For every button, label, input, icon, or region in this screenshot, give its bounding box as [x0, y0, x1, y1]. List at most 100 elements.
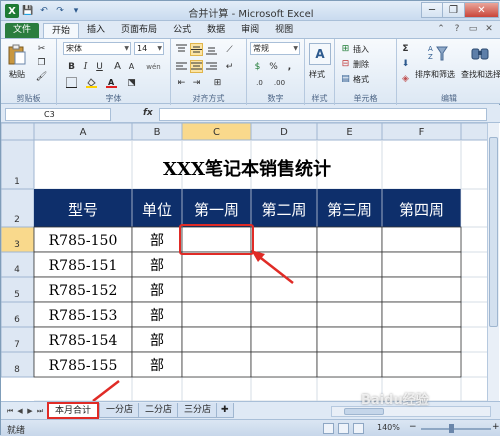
cell-C4[interactable] [181, 251, 252, 278]
cell-D5[interactable] [250, 276, 318, 303]
cell-C8[interactable] [181, 351, 252, 378]
close-button[interactable]: ✕ [465, 2, 499, 18]
vertical-scrollbar[interactable] [487, 123, 499, 401]
cell-E4[interactable] [316, 251, 383, 278]
bold-button[interactable]: B [65, 60, 78, 73]
last-sheet-icon[interactable]: ⏭ [35, 405, 45, 417]
grow-font-button[interactable]: A [111, 60, 124, 73]
fill-color-icon[interactable] [85, 76, 98, 89]
font-color-icon[interactable]: A [105, 76, 118, 89]
currency-button[interactable]: $ [251, 60, 264, 73]
tab-file[interactable]: 文件 [5, 23, 40, 38]
cell-E8[interactable] [316, 351, 383, 378]
insert-cells-icon[interactable]: ⊞ [339, 42, 352, 55]
align-left-icon[interactable] [175, 60, 188, 73]
horizontal-scroll-thumb[interactable] [344, 408, 384, 415]
paste-icon[interactable] [6, 43, 28, 67]
font-name-combo[interactable]: 宋体 ▼ [63, 42, 131, 55]
zoom-out-icon[interactable]: − [409, 422, 417, 432]
sheet-tab-branch-3[interactable]: 三分店 [177, 403, 219, 418]
close-workbook-icon[interactable]: ✕ [483, 23, 495, 35]
zoom-in-icon[interactable]: + [492, 422, 500, 432]
cell-C6[interactable] [181, 301, 252, 328]
tab-review[interactable]: 审阅 [233, 23, 267, 38]
minimize-button[interactable]: ─ [421, 2, 443, 18]
cell-C5[interactable] [181, 276, 252, 303]
fill-icon[interactable]: ⬇ [399, 57, 412, 70]
merge-center-icon[interactable]: ⊞ [211, 76, 224, 89]
vertical-scroll-thumb[interactable] [489, 137, 498, 327]
find-select-label[interactable]: 查找和选择 [461, 69, 500, 80]
orientation-icon[interactable]: ⟋ [223, 43, 236, 56]
number-format-combo[interactable]: 常规 ▼ [250, 42, 300, 55]
clear-icon[interactable]: ◈ [399, 72, 412, 85]
format-cells-icon[interactable]: ▤ [339, 72, 352, 85]
format-painter-icon[interactable]: 🖌 [35, 70, 48, 83]
styles-button-label[interactable]: 样式 [309, 69, 325, 80]
increase-decimal-button[interactable]: .0 [253, 76, 266, 89]
align-middle-icon[interactable] [190, 43, 203, 56]
comma-button[interactable]: , [283, 60, 296, 73]
cell-D6[interactable] [250, 301, 318, 328]
cell-F5[interactable] [381, 276, 462, 303]
tab-insert[interactable]: 插入 [79, 23, 113, 38]
tab-formulas[interactable]: 公式 [165, 23, 199, 38]
font-size-combo[interactable]: 14 ▼ [134, 42, 164, 55]
tab-page-layout[interactable]: 页面布局 [113, 23, 165, 38]
help-icon[interactable]: ? [451, 23, 463, 35]
sheet-tab-branch-2[interactable]: 二分店 [138, 403, 180, 418]
insert-sheet-icon[interactable]: ✚ [216, 403, 234, 418]
align-center-icon[interactable] [190, 60, 203, 73]
cell-F3[interactable] [381, 226, 462, 253]
italic-button[interactable]: I [79, 60, 92, 73]
decrease-decimal-button[interactable]: .00 [273, 76, 286, 89]
cell-F8[interactable] [381, 351, 462, 378]
minimize-ribbon-icon[interactable]: ⌃ [435, 23, 447, 35]
font-dialog-launcher-icon[interactable]: ⬔ [125, 76, 138, 89]
sort-filter-label[interactable]: 排序和筛选 [415, 69, 455, 80]
borders-icon[interactable] [65, 76, 78, 89]
delete-cells-icon[interactable]: ⊟ [339, 57, 352, 70]
cell-F4[interactable] [381, 251, 462, 278]
styles-icon[interactable]: A [309, 43, 331, 65]
decrease-indent-icon[interactable]: ⇤ [175, 76, 188, 89]
cell-F6[interactable] [381, 301, 462, 328]
autosum-button[interactable]: Σ [399, 42, 412, 55]
restore-button[interactable]: ❐ [443, 2, 465, 18]
increase-indent-icon[interactable]: ⇥ [190, 76, 203, 89]
prev-sheet-icon[interactable]: ◀ [15, 405, 25, 417]
paste-label[interactable]: 粘贴 [9, 69, 25, 80]
cell-C7[interactable] [181, 326, 252, 353]
tab-view[interactable]: 视图 [267, 23, 301, 38]
first-sheet-icon[interactable]: ⏮ [5, 405, 15, 417]
cell-C3[interactable] [181, 226, 252, 253]
cell-E5[interactable] [316, 276, 383, 303]
zoom-level[interactable]: 140% [377, 423, 400, 432]
shrink-font-button[interactable]: A [125, 60, 138, 73]
phonetic-button[interactable]: wén [146, 60, 160, 73]
spreadsheet-grid[interactable]: A B C D E F 1 2 3 4 5 6 7 8 XXX笔记本销售统计 型号 单位 第一周 第二周 第三周 第… [1, 123, 500, 401]
align-top-icon[interactable] [175, 43, 188, 56]
cell-E7[interactable] [316, 326, 383, 353]
select-all-corner[interactable] [1, 123, 35, 141]
cell-E6[interactable] [316, 301, 383, 328]
cell-F7[interactable] [381, 326, 462, 353]
sheet-tab-monthly-total[interactable]: 本月合计 [47, 402, 100, 419]
delete-cells-label[interactable]: 删除 [353, 59, 369, 70]
formula-input[interactable] [159, 108, 487, 121]
restore-workbook-icon[interactable]: ▭ [467, 23, 479, 35]
find-select-icon[interactable] [469, 42, 491, 64]
copy-icon[interactable]: ❐ [35, 56, 48, 69]
format-cells-label[interactable]: 格式 [353, 74, 369, 85]
underline-button[interactable]: U [93, 60, 106, 73]
align-right-icon[interactable] [205, 60, 218, 73]
wrap-text-icon[interactable]: ↵ [223, 60, 236, 73]
grid-canvas[interactable]: A B C D E F 1 2 3 4 5 6 7 8 XXX笔记本销售统计型号 单位 第一周 第二周 第三周 第… [1, 123, 489, 401]
cell-D3[interactable] [250, 226, 318, 253]
cell-D8[interactable] [250, 351, 318, 378]
tab-data[interactable]: 数据 [199, 23, 233, 38]
insert-cells-label[interactable]: 插入 [353, 44, 369, 55]
align-bottom-icon[interactable] [205, 43, 218, 56]
sort-filter-icon[interactable]: AZ [427, 42, 449, 64]
cell-E3[interactable] [316, 226, 383, 253]
